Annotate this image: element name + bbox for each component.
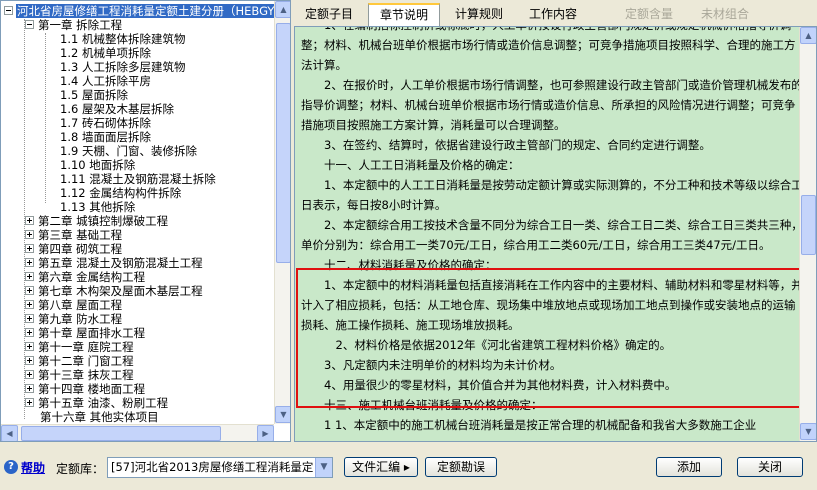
expand-icon[interactable]: [25, 230, 34, 239]
scroll-right-icon[interactable]: ▶: [257, 425, 274, 441]
tree-root-label: 河北省房屋修缮工程消耗量定额土建分册（HEBGY: [16, 4, 275, 18]
tree-node-section[interactable]: 1.5 屋面拆除: [59, 88, 129, 102]
tree-node-section[interactable]: 1.12 金属结构构件拆除: [59, 186, 182, 200]
tree-node-chapter-10[interactable]: 第十章 屋面排水工程: [25, 326, 146, 340]
chapter-tree-panel[interactable]: 河北省房屋修缮工程消耗量定额土建分册（HEBGY 第一章 拆除工程 1.1 机械…: [0, 0, 291, 442]
tree-node-chapter-5[interactable]: 第五章 混凝土及钢筋混凝土工程: [25, 256, 204, 270]
quota-library-label: 定额库：: [56, 462, 105, 476]
tab-bar: 定额子目 章节说明 计算规则 工作内容 定额含量 未材组合: [296, 3, 817, 27]
expand-icon[interactable]: [25, 272, 34, 281]
close-button[interactable]: 关闭: [737, 457, 803, 477]
tree-node-chapter-11[interactable]: 第十一章 庭院工程: [25, 340, 135, 354]
note-paragraph: 1、在编制招标控制价或标底时，人工单价按设行政主管部门规定价或规定机械价格指导价…: [301, 27, 796, 72]
scroll-down-icon[interactable]: ▼: [275, 406, 290, 423]
tree-node-section[interactable]: 1.7 砖石砌体拆除: [59, 116, 152, 130]
expand-icon[interactable]: [25, 398, 34, 407]
tree-node-chapter-6[interactable]: 第六章 金属结构工程: [25, 270, 146, 284]
tab-material-combo: 未材组合: [700, 7, 749, 21]
tree-node-chapter-7[interactable]: 第七章 木构架及屋面木基层工程: [25, 284, 204, 298]
help-link[interactable]: 帮助: [21, 459, 45, 476]
quota-library-select[interactable]: [57]河北省2013房屋修缮工程消耗量定 ▼: [107, 457, 333, 478]
tree-node-chapter-9[interactable]: 第九章 防水工程: [25, 312, 123, 326]
tree-node-section[interactable]: 1.4 人工拆除平房: [59, 74, 152, 88]
expand-icon[interactable]: [25, 342, 34, 351]
note-paragraph: 2、本定额综合用工按技术含量不同分为综合工日一类、综合工日二类、综合工日三类共三…: [301, 218, 803, 252]
expand-icon[interactable]: [25, 314, 34, 323]
tree-node-chapter-14[interactable]: 第十四章 楼地面工程: [25, 382, 146, 396]
tree-node-section[interactable]: 1.13 其他拆除: [59, 200, 136, 214]
note-paragraph: 1 1、本定额中的施工机械台班消耗量是按正常合理的机械配备和我省大多数施工企业: [324, 418, 757, 432]
expand-icon[interactable]: [25, 286, 34, 295]
scroll-left-icon[interactable]: ◀: [1, 425, 18, 441]
collapse-icon[interactable]: [4, 6, 13, 15]
notes-scroll-thumb[interactable]: [801, 195, 816, 255]
tree-node-section[interactable]: 1.6 屋架及木基层拆除: [59, 102, 175, 116]
expand-icon[interactable]: [25, 370, 34, 379]
note-heading: 十一、人工工日消耗量及价格的确定：: [324, 158, 520, 172]
tree-connector-line: [45, 33, 46, 203]
tree-node-section[interactable]: 1.3 人工拆除多层建筑物: [59, 60, 186, 74]
note-paragraph: 2、在报价时，人工单价根据市场行情调整，也可参照建设行政主管部门或造价管理机械发…: [301, 78, 803, 132]
tree-node-chapter-8[interactable]: 第八章 屋面工程: [25, 298, 123, 312]
quota-library-value: [57]河北省2013房屋修缮工程消耗量定: [111, 460, 314, 474]
tree-scroll-thumb[interactable]: [276, 23, 290, 263]
notes-vertical-scrollbar[interactable]: ▲ ▼: [799, 27, 816, 441]
tree-node-chapter-12[interactable]: 第十二章 门窗工程: [25, 354, 135, 368]
expand-icon[interactable]: [25, 356, 34, 365]
expand-icon[interactable]: [25, 300, 34, 309]
tree-node-section[interactable]: 1.9 天棚、门窗、装修拆除: [59, 144, 198, 158]
tree-node-section[interactable]: 1.10 地面拆除: [59, 158, 136, 172]
tree-vertical-scrollbar[interactable]: ▲ ▼: [274, 1, 290, 424]
quota-errata-button[interactable]: 定额勘误: [425, 457, 497, 477]
collapse-icon[interactable]: [25, 20, 34, 29]
tree-horizontal-scrollbar[interactable]: ◀ ▶: [1, 424, 274, 441]
highlight-box: [296, 268, 811, 408]
tree-node-section[interactable]: 1.8 墙面面层拆除: [59, 130, 152, 144]
tree-node-chapter-4[interactable]: 第四章 砌筑工程: [25, 242, 123, 256]
expand-icon[interactable]: [25, 258, 34, 267]
quota-browser-window: 河北省房屋修缮工程消耗量定额土建分册（HEBGY 第一章 拆除工程 1.1 机械…: [0, 0, 817, 490]
expand-icon[interactable]: [25, 384, 34, 393]
tree-node-chapter-3[interactable]: 第三章 基础工程: [25, 228, 123, 242]
help-icon[interactable]: ?: [4, 460, 18, 474]
tree-node-chapter-2[interactable]: 第二章 城镇控制爆破工程: [25, 214, 169, 228]
expand-icon[interactable]: [25, 216, 34, 225]
tree-node-chapter-1[interactable]: 第一章 拆除工程: [25, 18, 123, 32]
note-paragraph: 1、本定额中的人工工日消耗量是按劳动定额计算或实际测算的，不分工种和技术等级以综…: [301, 178, 803, 212]
tree-node-section[interactable]: 1.1 机械整体拆除建筑物: [59, 32, 186, 46]
tab-calc-rules[interactable]: 计算规则: [446, 4, 512, 26]
tree-node-chapter-15[interactable]: 第十五章 油漆、粉刷工程: [25, 396, 169, 410]
scroll-up-icon[interactable]: ▲: [275, 1, 290, 18]
chapter-tree: 河北省房屋修缮工程消耗量定额土建分册（HEBGY 第一章 拆除工程 1.1 机械…: [1, 1, 275, 424]
chevron-down-icon[interactable]: ▼: [315, 458, 332, 477]
tab-quota-content: 定额含量: [624, 7, 673, 21]
tab-work-content[interactable]: 工作内容: [520, 4, 586, 26]
scroll-down-icon[interactable]: ▼: [800, 423, 816, 440]
tree-node-chapter-13[interactable]: 第十三章 抹灰工程: [25, 368, 135, 382]
tree-node-chapter-16[interactable]: 第十六章 其他实体项目: [39, 410, 160, 424]
expand-icon[interactable]: [25, 328, 34, 337]
add-button[interactable]: 添加: [656, 457, 722, 477]
expand-icon[interactable]: [25, 244, 34, 253]
tab-chapter-notes[interactable]: 章节说明: [368, 3, 440, 27]
tree-root-node[interactable]: 河北省房屋修缮工程消耗量定额土建分册（HEBGY: [4, 4, 275, 18]
tree-node-section[interactable]: 1.11 混凝土及钢筋混凝土拆除: [59, 172, 217, 186]
tab-quota-items[interactable]: 定额子目: [296, 4, 362, 26]
tree-hscroll-thumb[interactable]: [21, 426, 221, 441]
chapter-notes-panel: 1、在编制招标控制价或标底时，人工单价按设行政主管部门规定价或规定机械价格指导价…: [294, 26, 817, 442]
file-compilation-button[interactable]: 文件汇编 ▸: [344, 457, 418, 477]
scroll-up-icon[interactable]: ▲: [800, 27, 816, 44]
tree-node-section[interactable]: 1.2 机械单项拆除: [59, 46, 152, 60]
note-paragraph: 3、在签约、结算时，依据省建设行政主管部门的规定、合同约定进行调整。: [324, 138, 711, 152]
